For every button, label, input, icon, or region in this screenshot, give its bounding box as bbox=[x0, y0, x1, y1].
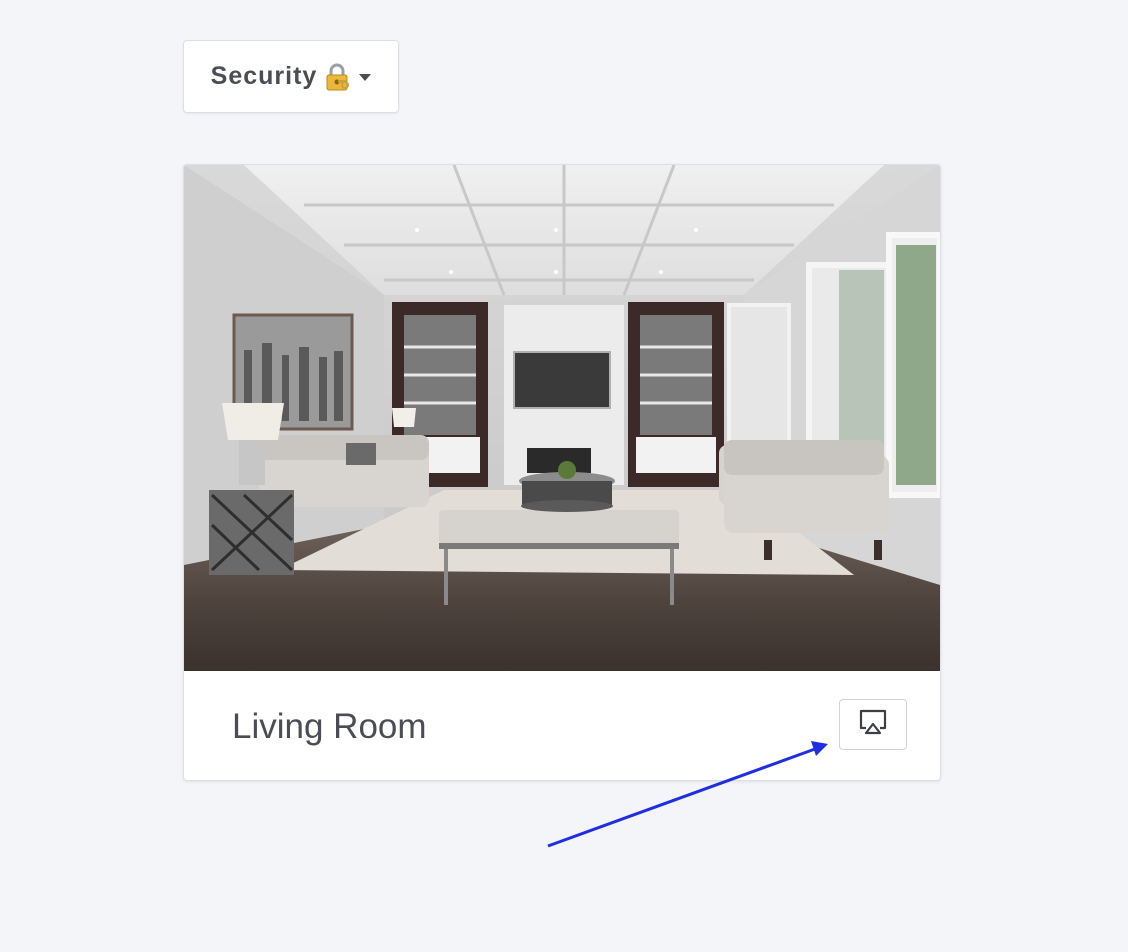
card-footer: Living Room bbox=[184, 671, 940, 780]
security-dropdown-button[interactable]: Security bbox=[183, 40, 399, 113]
airplay-cast-icon bbox=[858, 708, 888, 741]
room-title: Living Room bbox=[232, 707, 427, 746]
living-room-image[interactable] bbox=[184, 165, 940, 671]
locked-with-key-icon bbox=[325, 63, 350, 91]
airplay-cast-button[interactable] bbox=[839, 699, 907, 750]
camera-card: Living Room bbox=[183, 164, 941, 781]
page: Security Living Room bbox=[0, 0, 1128, 952]
security-dropdown-label: Security bbox=[210, 62, 318, 90]
caret-down-icon bbox=[359, 74, 372, 81]
